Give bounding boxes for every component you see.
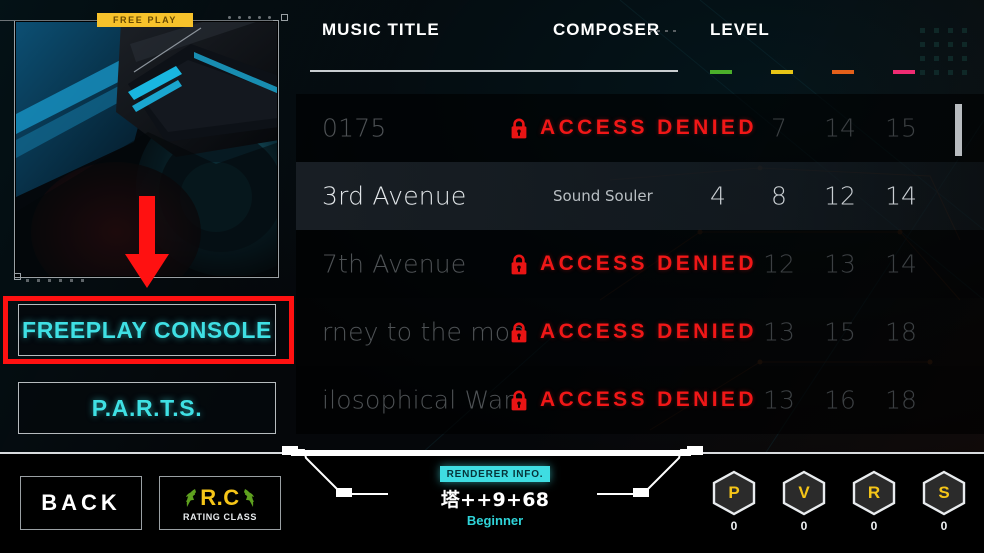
table-row[interactable]: 7th Avenue ACCESS DENIED 12 13 14 — [296, 230, 984, 298]
access-denied-label: ACCESS DENIED — [540, 116, 757, 139]
stat-s[interactable]: S 0 — [920, 470, 968, 533]
column-header-level: LEVEL — [710, 20, 770, 39]
row-level-beyond: 14 — [885, 249, 917, 279]
row-level-present: 13 — [763, 317, 795, 347]
access-denied-overlay: ACCESS DENIED — [510, 116, 757, 140]
row-title: rney to the moo — [322, 317, 526, 347]
rating-class-label: R.C — [200, 484, 240, 510]
renderer-info-badge: RENDERER INFO. — [440, 466, 550, 482]
annotation-arrow-icon — [125, 196, 169, 288]
freeplay-console-label: FREEPLAY CONSOLE — [22, 316, 272, 343]
rating-class-row: R.C — [184, 485, 255, 511]
stat-r-hex: R — [850, 470, 898, 516]
access-denied-overlay: ACCESS DENIED — [510, 252, 757, 276]
row-level-past: 4 — [710, 181, 726, 211]
bottom-bar: BACK R.C RATING CLASS RENDERER INFO. 塔++… — [0, 446, 984, 553]
table-row[interactable]: ilosophical Wan ACCESS DENIED 13 16 18 — [296, 366, 984, 434]
header-underline — [310, 70, 678, 72]
row-level-beyond: 14 — [885, 181, 917, 211]
access-denied-overlay: ACCESS DENIED — [510, 388, 757, 412]
lock-icon — [511, 322, 527, 342]
row-level-present: 7 — [771, 113, 787, 143]
stat-p-count: 0 — [730, 519, 738, 533]
parts-button[interactable]: P.A.R.T.S. — [18, 382, 276, 434]
stat-s-hex: S — [920, 470, 968, 516]
access-denied-label: ACCESS DENIED — [540, 320, 757, 343]
laurel-left-icon — [186, 488, 197, 507]
row-level-present: 12 — [763, 249, 795, 279]
difficulty-bar-present — [771, 70, 793, 74]
row-level-present: 8 — [771, 181, 787, 211]
freeplay-badge: FREE PLAY — [97, 13, 193, 27]
stat-v-count: 0 — [800, 519, 808, 533]
row-level-beyond: 18 — [885, 385, 917, 415]
row-title: 7th Avenue — [322, 249, 467, 279]
row-level-beyond: 15 — [885, 113, 917, 143]
access-denied-label: ACCESS DENIED — [540, 252, 757, 275]
column-header-composer: COMPOSER — [553, 20, 661, 39]
column-header-music-title: MUSIC TITLE — [322, 20, 440, 39]
footer-dots — [26, 279, 84, 282]
row-level-future: 16 — [824, 385, 856, 415]
header-line-right — [193, 20, 273, 21]
stat-r-count: 0 — [870, 519, 878, 533]
access-denied-label: ACCESS DENIED — [540, 388, 757, 411]
row-level-future: 13 — [824, 249, 856, 279]
laurel-right-icon — [243, 488, 254, 507]
row-level-present: 13 — [763, 385, 795, 415]
stat-r[interactable]: R 0 — [850, 470, 898, 533]
corner-mark-bottom-icon — [14, 273, 21, 280]
access-denied-overlay: ACCESS DENIED — [510, 320, 757, 344]
song-rows[interactable]: 0175 ACCESS DENIED 7 14 15 3rd Avenue So… — [296, 94, 984, 450]
decoration-right-bracket — [597, 446, 703, 497]
rating-class-button[interactable]: R.C RATING CLASS — [159, 476, 281, 530]
header-dots — [228, 16, 271, 19]
stat-v-letter: V — [798, 483, 810, 502]
table-row[interactable]: 3rd Avenue Sound Souler 4 8 12 14 — [296, 162, 984, 230]
renderer-info-panel[interactable]: RENDERER INFO. 塔++9+68 Beginner — [440, 466, 550, 528]
stats-group: P 0 V 0 R 0 S 0 — [710, 470, 968, 533]
stat-v[interactable]: V 0 — [780, 470, 828, 533]
row-title: 0175 — [322, 113, 387, 143]
parts-label: P.A.R.T.S. — [91, 394, 203, 421]
table-row[interactable]: rney to the moo ACCESS DENIED 13 15 18 — [296, 298, 984, 366]
rating-class-sublabel: RATING CLASS — [182, 511, 258, 522]
header-line-left — [0, 20, 97, 21]
row-composer: Sound Souler — [553, 187, 653, 205]
song-list-scrollbar-thumb[interactable] — [955, 104, 962, 156]
stat-v-hex: V — [780, 470, 828, 516]
difficulty-bar-past — [710, 70, 732, 74]
row-title: ilosophical Wan — [322, 385, 520, 415]
renderer-name: 塔++9+68 — [440, 489, 550, 511]
lock-icon — [511, 118, 527, 138]
stat-r-letter: R — [867, 483, 881, 502]
stat-p-letter: P — [728, 483, 740, 502]
difficulty-bar-future — [832, 70, 854, 74]
row-title: 3rd Avenue — [322, 181, 467, 211]
row-level-future: 15 — [824, 317, 856, 347]
row-level-future: 14 — [824, 113, 856, 143]
row-level-future: 12 — [824, 181, 856, 211]
lock-icon — [511, 390, 527, 410]
difficulty-bar-beyond — [893, 70, 915, 74]
app-root: FREE PLAY FREEPLAY CONSOLE P.A.R.T.S. MU… — [0, 0, 984, 553]
stat-s-count: 0 — [940, 519, 948, 533]
table-row[interactable]: 0175 ACCESS DENIED 7 14 15 — [296, 94, 984, 162]
row-level-beyond: 18 — [885, 317, 917, 347]
corner-mark-icon — [281, 14, 288, 21]
back-label: BACK — [41, 490, 121, 515]
song-list-panel: MUSIC TITLE COMPOSER LEVEL 0175 ACCESS D… — [296, 0, 984, 452]
left-panel: FREE PLAY FREEPLAY CONSOLE P.A.R.T.S. — [0, 0, 296, 452]
decoration-left-bracket — [282, 446, 388, 497]
stat-p-hex: P — [710, 470, 758, 516]
freeplay-console-button[interactable]: FREEPLAY CONSOLE — [18, 304, 276, 356]
table-header: MUSIC TITLE COMPOSER LEVEL — [296, 0, 984, 88]
stat-s-letter: S — [938, 483, 950, 502]
stat-p[interactable]: P 0 — [710, 470, 758, 533]
renderer-rank: Beginner — [466, 513, 524, 528]
back-button[interactable]: BACK — [20, 476, 142, 530]
header-ellipsis-icon — [649, 30, 676, 32]
lock-icon — [511, 254, 527, 274]
